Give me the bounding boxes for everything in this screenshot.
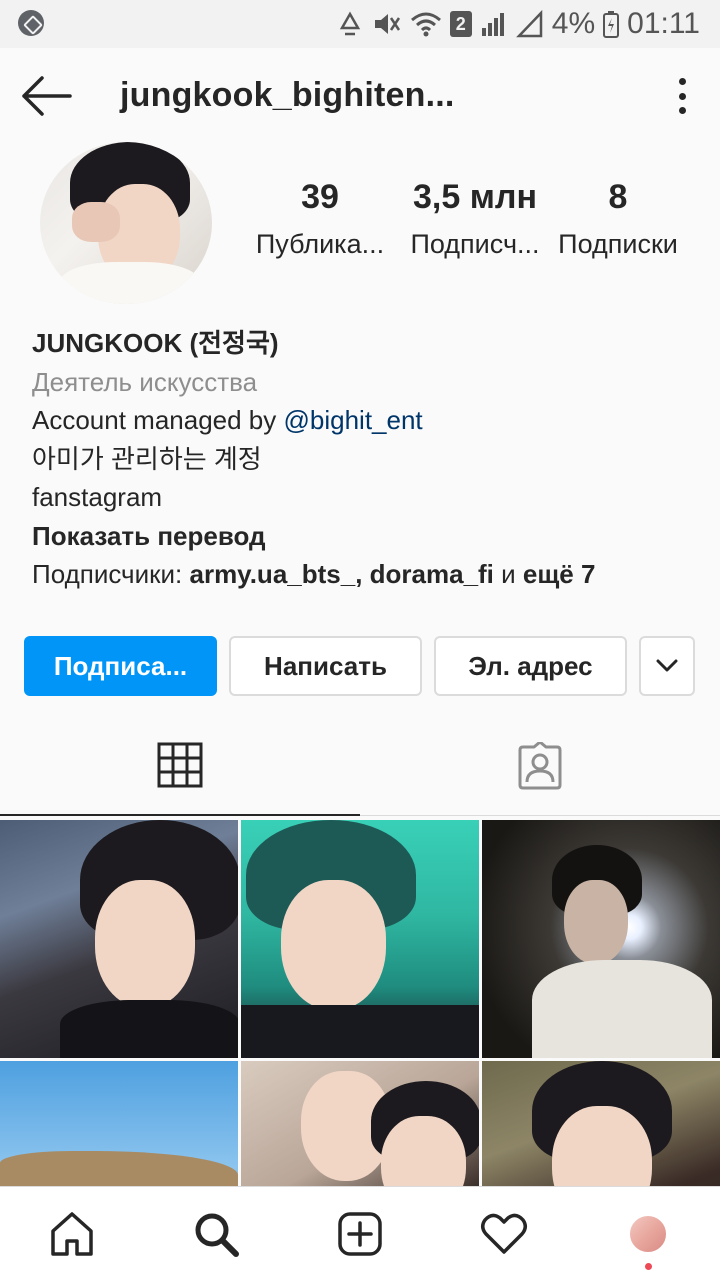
bio-mention-link[interactable]: @bighit_ent bbox=[284, 405, 423, 435]
tab-tagged[interactable] bbox=[360, 716, 720, 816]
recycle-icon bbox=[336, 10, 364, 38]
nav-profile[interactable] bbox=[576, 1187, 720, 1280]
followed-by-line[interactable]: Подписчики: army.ua_bts_, dorama_fi и ещ… bbox=[32, 555, 692, 594]
followed-by-and: и bbox=[493, 559, 523, 589]
profile-avatar[interactable] bbox=[40, 142, 212, 304]
profile-header: jungkook_bighiten... bbox=[0, 48, 720, 144]
followers-stat[interactable]: 3,5 млн Подписч... bbox=[402, 178, 548, 260]
profile-full-name: JUNGKOOK (전정국) bbox=[32, 328, 279, 358]
search-icon bbox=[195, 1213, 239, 1257]
email-button[interactable]: Эл. адрес bbox=[434, 636, 627, 696]
message-button[interactable]: Написать bbox=[229, 636, 422, 696]
wifi-icon bbox=[410, 10, 442, 38]
notification-dot bbox=[645, 1263, 652, 1270]
tab-posts-grid[interactable] bbox=[0, 716, 360, 816]
add-post-icon bbox=[338, 1212, 382, 1256]
suggested-accounts-button[interactable] bbox=[639, 636, 695, 696]
post-thumbnail[interactable] bbox=[482, 820, 720, 1058]
followed-by-names: army.ua_bts_, dorama_fi bbox=[189, 559, 494, 589]
followers-count: 3,5 млн bbox=[413, 178, 537, 216]
status-icons: 2 4% 01:11 bbox=[336, 6, 700, 42]
following-label: Подписки bbox=[558, 229, 678, 259]
posts-label: Публика... bbox=[255, 229, 385, 259]
post-thumbnail[interactable] bbox=[0, 1061, 238, 1186]
app-notification-icon bbox=[18, 10, 44, 36]
chevron-down-icon bbox=[656, 659, 678, 672]
bio-line-korean: 아미가 관리하는 계정 bbox=[32, 443, 262, 474]
posts-grid bbox=[0, 820, 720, 1186]
bio-line-fanstagram: fanstagram bbox=[32, 482, 163, 512]
sim-slot-indicator: 2 bbox=[449, 11, 472, 37]
post-thumbnail[interactable] bbox=[241, 1061, 479, 1186]
nav-home[interactable] bbox=[0, 1187, 144, 1280]
post-thumbnail[interactable] bbox=[482, 1061, 720, 1186]
battery-icon bbox=[603, 10, 620, 38]
clock: 01:11 bbox=[627, 7, 700, 40]
heart-icon bbox=[481, 1213, 527, 1254]
bio-line-managed: Account managed by @bighit_ent bbox=[32, 401, 692, 440]
post-thumbnail[interactable] bbox=[0, 820, 238, 1058]
own-profile-avatar bbox=[628, 1214, 668, 1254]
grid-icon bbox=[157, 742, 203, 788]
bio-line-managed-text: Account managed by bbox=[32, 405, 284, 435]
post-thumbnail[interactable] bbox=[241, 820, 479, 1058]
signal-icon bbox=[480, 10, 508, 38]
profile-username: jungkook_bighiten... bbox=[120, 76, 455, 114]
follow-button[interactable]: Подписа... bbox=[24, 636, 217, 696]
status-bar: 2 4% 01:11 bbox=[0, 0, 720, 48]
more-options-icon[interactable] bbox=[668, 78, 696, 114]
posts-count: 39 bbox=[301, 178, 339, 216]
following-count: 8 bbox=[608, 178, 628, 216]
profile-category: Деятель искусства bbox=[32, 366, 258, 397]
nav-search[interactable] bbox=[144, 1187, 288, 1280]
followed-by-more: ещё 7 bbox=[522, 559, 596, 589]
mute-icon bbox=[372, 10, 402, 38]
back-arrow-icon[interactable] bbox=[20, 74, 74, 118]
profile-stats: 39 Публика... 3,5 млн Подписч... 8 Подпи… bbox=[250, 178, 700, 268]
home-icon bbox=[51, 1212, 93, 1256]
nav-new-post[interactable] bbox=[288, 1187, 432, 1280]
posts-stat[interactable]: 39 Публика... bbox=[250, 178, 390, 260]
tagged-person-icon bbox=[518, 742, 562, 790]
nav-activity[interactable] bbox=[432, 1187, 576, 1280]
following-stat[interactable]: 8 Подписки bbox=[552, 178, 684, 260]
signal-icon-2 bbox=[515, 10, 544, 38]
profile-bio: JUNGKOOK (전정국) Деятель искусства Account… bbox=[32, 324, 692, 594]
bottom-navigation bbox=[0, 1186, 720, 1280]
profile-tabs bbox=[0, 716, 720, 816]
followers-label: Подписч... bbox=[410, 229, 540, 259]
show-translation-link[interactable]: Показать перевод bbox=[32, 517, 692, 556]
battery-percentage: 4% bbox=[551, 7, 596, 40]
followed-by-prefix: Подписчики: bbox=[32, 559, 190, 589]
